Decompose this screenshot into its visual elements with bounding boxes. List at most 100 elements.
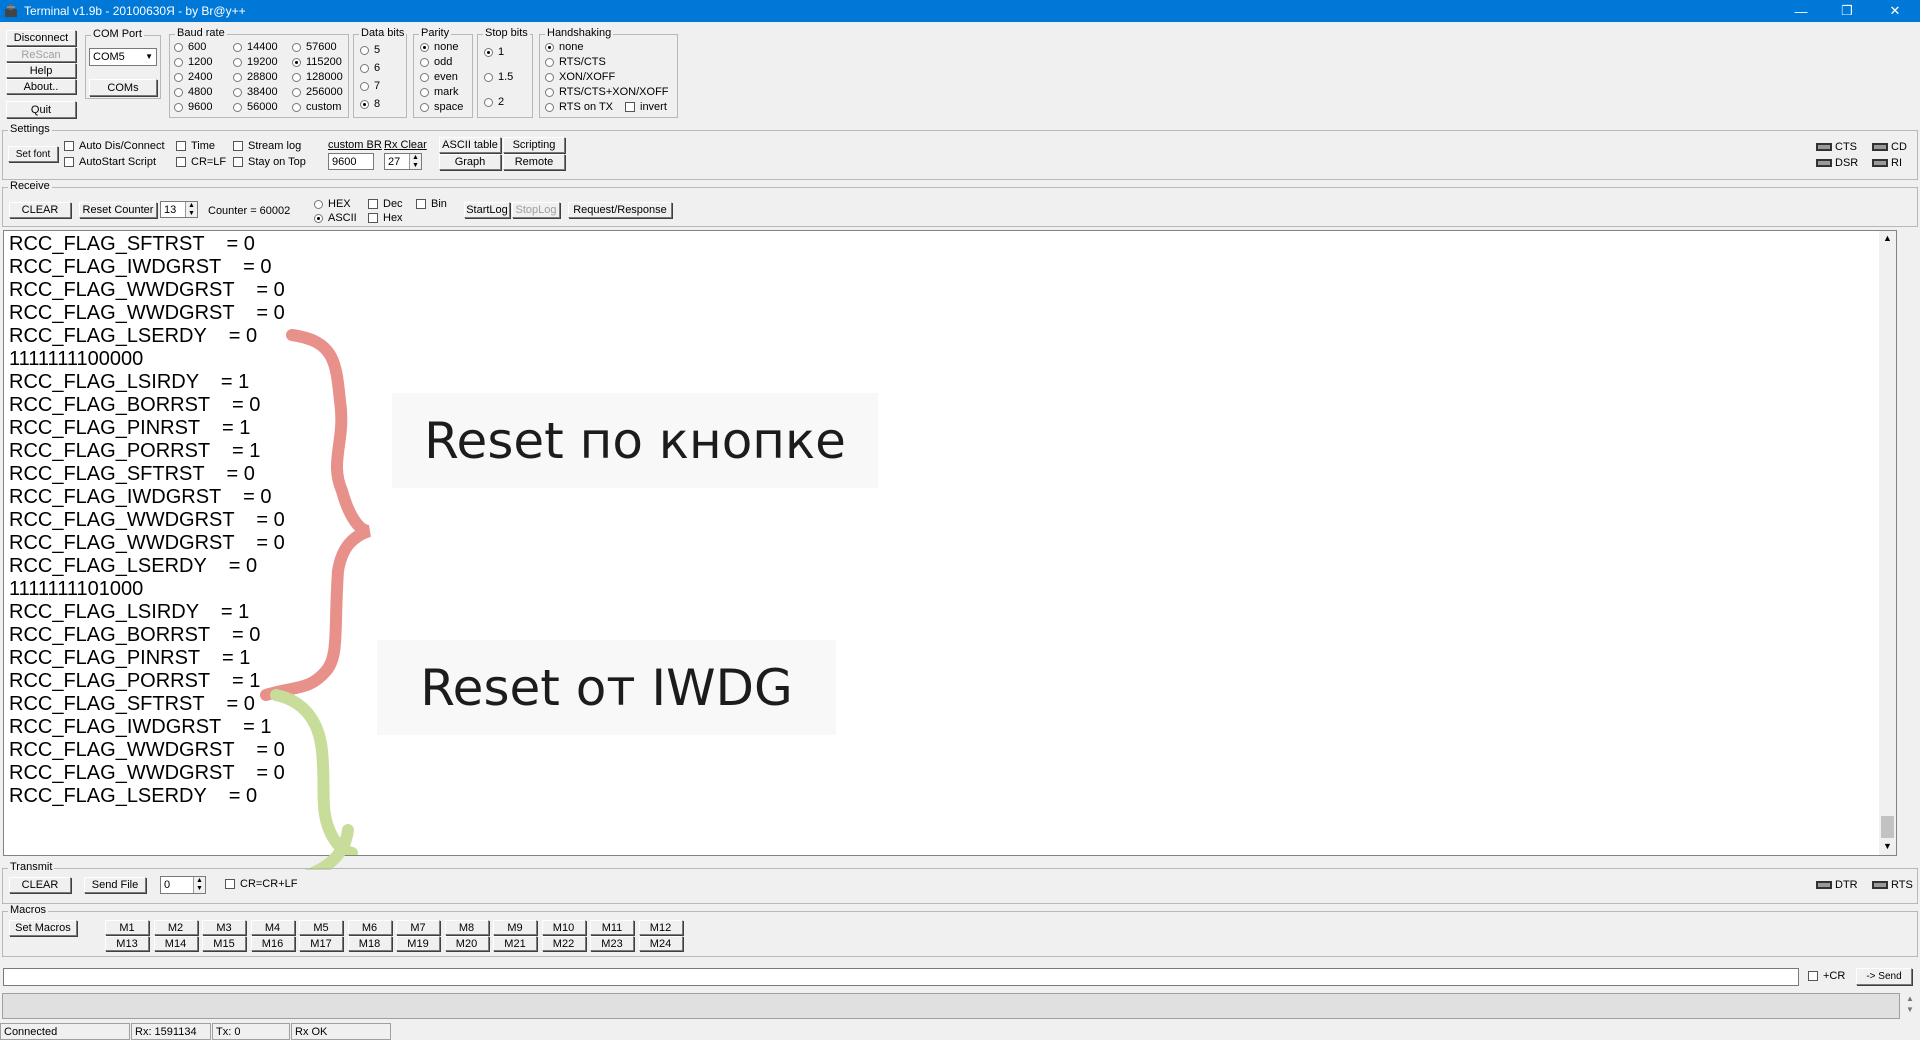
- handshake-radio-0-dot[interactable]: [545, 42, 554, 52]
- macro-button-m17[interactable]: M17: [299, 936, 343, 951]
- macro-button-m10[interactable]: M10: [541, 920, 586, 935]
- help-button[interactable]: Help: [6, 63, 76, 78]
- macro-button-m4[interactable]: M4: [250, 920, 295, 935]
- time-checkbox[interactable]: Time: [176, 140, 215, 152]
- baud-radio-1200-dot[interactable]: [174, 57, 183, 67]
- parity-radio-even-dot[interactable]: [420, 72, 429, 82]
- macro-button-m2[interactable]: M2: [153, 920, 198, 935]
- macro-button-m14[interactable]: M14: [153, 936, 198, 951]
- handshake-radio-2[interactable]: XON/XOFF: [545, 71, 615, 83]
- baud-radio-2400-dot[interactable]: [174, 72, 183, 82]
- data-bits-radio-8[interactable]: 8: [360, 98, 380, 110]
- baud-radio-256000[interactable]: 256000: [292, 86, 343, 98]
- disconnect-button[interactable]: Disconnect: [6, 30, 76, 46]
- macro-button-m23[interactable]: M23: [590, 936, 634, 951]
- cr-crlf-checkbox[interactable]: CR=CR+LF: [225, 878, 297, 890]
- about-button[interactable]: About..: [6, 79, 76, 94]
- rx-clear-spinner[interactable]: 27 ▲ ▼: [384, 153, 422, 170]
- receive-clear-button[interactable]: CLEAR: [9, 202, 71, 218]
- scroll-thumb[interactable]: [1881, 816, 1894, 838]
- stay-on-top-checkbox[interactable]: Stay on Top: [233, 156, 306, 168]
- baud-radio-600[interactable]: 600: [174, 41, 206, 53]
- autostart-script-check[interactable]: [64, 157, 74, 167]
- bin-checkbox[interactable]: Bin: [416, 198, 447, 210]
- start-log-button[interactable]: StartLog: [464, 202, 510, 218]
- baud-radio-56000-dot[interactable]: [233, 102, 242, 112]
- spinner-arrows-icon[interactable]: ▲ ▼: [409, 154, 421, 169]
- auto-dis-connect-check[interactable]: [64, 141, 74, 151]
- parity-radio-mark-dot[interactable]: [420, 87, 429, 97]
- data-bits-radio-8-dot[interactable]: [360, 99, 369, 109]
- receive-scrollbar[interactable]: ▲ ▼: [1879, 231, 1896, 855]
- handshake-radio-0[interactable]: none: [545, 41, 583, 53]
- macro-button-m15[interactable]: M15: [202, 936, 246, 951]
- macro-button-m16[interactable]: M16: [250, 936, 295, 951]
- macro-button-m9[interactable]: M9: [493, 920, 537, 935]
- ascii-radio[interactable]: ASCII: [314, 212, 357, 224]
- data-bits-radio-6[interactable]: 6: [360, 62, 380, 74]
- counter-spinner[interactable]: 13 ▲ ▼: [160, 201, 198, 218]
- macro-button-m7[interactable]: M7: [396, 920, 440, 935]
- reset-counter-button[interactable]: Reset Counter: [79, 202, 157, 218]
- auto-dis-connect-checkbox[interactable]: Auto Dis/Connect: [64, 140, 165, 152]
- baud-radio-115200[interactable]: 115200: [292, 56, 342, 68]
- hex-radio-dot[interactable]: [314, 199, 323, 209]
- data-bits-radio-5-dot[interactable]: [360, 45, 369, 55]
- spinner-arrows-icon[interactable]: ▲ ▼: [185, 202, 197, 217]
- bin-check[interactable]: [416, 199, 426, 209]
- macro-button-m1[interactable]: M1: [105, 920, 149, 935]
- baud-radio-9600[interactable]: 9600: [174, 101, 212, 113]
- macro-button-m19[interactable]: M19: [396, 936, 440, 951]
- set-font-button[interactable]: Set font: [8, 146, 58, 162]
- cr-lf-check[interactable]: [176, 157, 186, 167]
- parity-radio-none[interactable]: none: [420, 41, 458, 53]
- macro-button-m8[interactable]: M8: [444, 920, 489, 935]
- coms-button[interactable]: COMs: [89, 79, 157, 96]
- baud-radio-28800[interactable]: 28800: [233, 71, 278, 83]
- stop-log-button[interactable]: StopLog: [512, 202, 560, 218]
- data-bits-radio-7[interactable]: 7: [360, 80, 380, 92]
- handshake-radio-3[interactable]: RTS/CTS+XON/XOFF: [545, 86, 669, 98]
- macro-button-m18[interactable]: M18: [347, 936, 392, 951]
- data-bits-radio-6-dot[interactable]: [360, 63, 369, 73]
- parity-radio-space-dot[interactable]: [420, 102, 429, 112]
- baud-radio-custom[interactable]: custom: [292, 101, 341, 113]
- hex-check[interactable]: [368, 213, 378, 223]
- handshake-radio-2-dot[interactable]: [545, 72, 554, 82]
- rescan-button[interactable]: ReScan: [6, 47, 76, 62]
- transmit-spinner[interactable]: 0 ▲ ▼: [160, 876, 206, 894]
- macro-button-m6[interactable]: M6: [347, 920, 392, 935]
- hex-radio[interactable]: HEX: [314, 198, 351, 210]
- cr-lf-checkbox[interactable]: CR=LF: [176, 156, 226, 168]
- dec-check[interactable]: [368, 199, 378, 209]
- macro-button-m11[interactable]: M11: [590, 920, 634, 935]
- stream-log-check[interactable]: [233, 141, 243, 151]
- parity-radio-even[interactable]: even: [420, 71, 458, 83]
- macro-button-m24[interactable]: M24: [638, 936, 683, 951]
- baud-radio-4800[interactable]: 4800: [174, 86, 212, 98]
- baud-radio-38400-dot[interactable]: [233, 87, 242, 97]
- baud-radio-256000-dot[interactable]: [292, 87, 301, 97]
- baud-radio-128000-dot[interactable]: [292, 72, 301, 82]
- history-scroll-icon[interactable]: ▲ ▼: [1902, 993, 1918, 1019]
- handshake-radio-4-dot[interactable]: [545, 102, 554, 112]
- stream-log-checkbox[interactable]: Stream log: [233, 140, 301, 152]
- baud-radio-115200-dot[interactable]: [292, 57, 301, 67]
- invert-checkbox[interactable]: invert: [625, 101, 667, 113]
- macro-button-m22[interactable]: M22: [541, 936, 586, 951]
- baud-radio-19200-dot[interactable]: [233, 57, 242, 67]
- set-macros-button[interactable]: Set Macros: [9, 920, 77, 936]
- send-button[interactable]: -> Send: [1856, 968, 1912, 985]
- stop-bits-radio-2-dot[interactable]: [484, 97, 493, 107]
- stop-bits-radio-1-5-dot[interactable]: [484, 72, 493, 82]
- baud-radio-28800-dot[interactable]: [233, 72, 242, 82]
- parity-radio-odd[interactable]: odd: [420, 56, 452, 68]
- request-response-button[interactable]: Request/Response: [568, 202, 672, 218]
- send-file-button[interactable]: Send File: [84, 877, 146, 893]
- stop-bits-radio-1-5[interactable]: 1.5: [484, 71, 513, 83]
- baud-radio-9600-dot[interactable]: [174, 102, 183, 112]
- stay-on-top-check[interactable]: [233, 157, 243, 167]
- graph-button[interactable]: Graph: [439, 154, 501, 170]
- stop-bits-radio-1[interactable]: 1: [484, 46, 504, 58]
- baud-radio-4800-dot[interactable]: [174, 87, 183, 97]
